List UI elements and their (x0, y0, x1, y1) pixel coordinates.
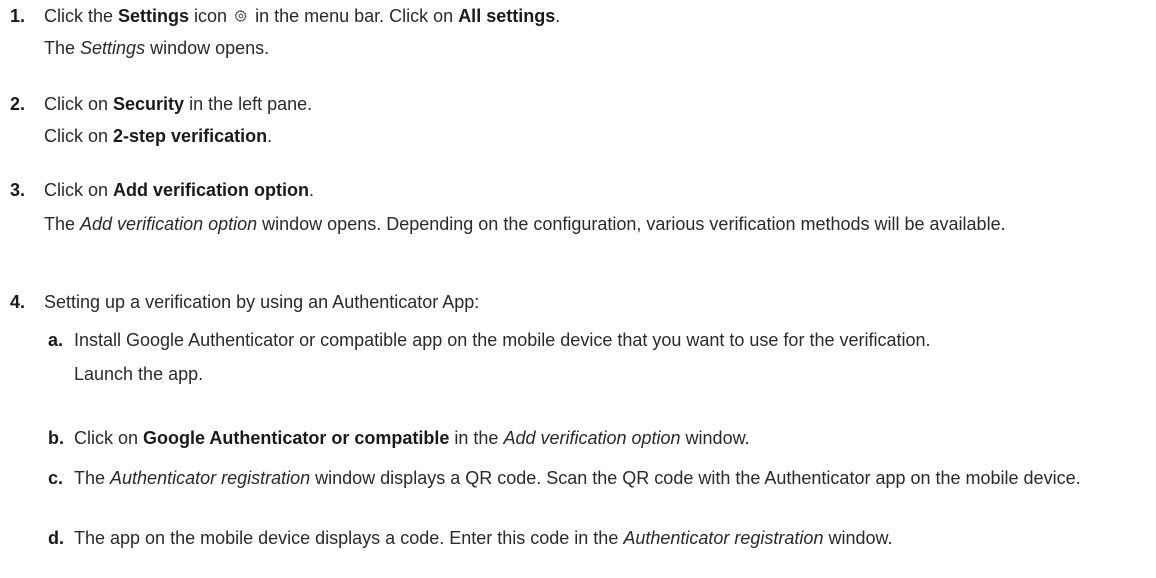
add-verification-term: Add verification option (113, 180, 310, 200)
substep-letter: c. (48, 468, 64, 488)
all-settings-term: All settings (458, 6, 556, 26)
substep-c-text: The Authenticator registration window di… (74, 468, 1081, 488)
step-body: Click on Security in the left pane. Clic… (44, 92, 1140, 148)
step-body: Setting up a verification by using an Au… (44, 290, 1140, 314)
step-body: Click on Add verification option. The Ad… (44, 178, 1140, 236)
substep-body: The app on the mobile device displays a … (74, 526, 1140, 550)
settings-term: Settings (118, 6, 190, 26)
two-step-term: 2-step verification (113, 126, 268, 146)
step-4-heading: Setting up a verification by using an Au… (44, 292, 480, 312)
substep-b-text: Click on Google Authenticator or compati… (74, 428, 750, 448)
step-number: 2. (10, 94, 26, 114)
instruction-document: 1. Click the Settings icon in the menu b… (0, 0, 1156, 578)
substep-letter: b. (48, 428, 64, 448)
authenticator-registration-term: Authenticator registration (110, 468, 311, 488)
substep-body: Install Google Authenticator or compatib… (74, 328, 1140, 386)
step-2-instruction-2: Click on 2-step verification. (44, 126, 273, 146)
add-verification-window-term: Add verification option (80, 214, 258, 234)
substep-a-launch: Launch the app. (74, 364, 204, 384)
substep-body: The Authenticator registration window di… (74, 466, 1140, 490)
substep-body: Click on Google Authenticator or compati… (74, 426, 1140, 450)
step-3-result: The Add verification option window opens… (44, 214, 1006, 234)
add-verification-window-term: Add verification option (503, 428, 681, 448)
step-number: 4. (10, 292, 26, 312)
step-2-instruction: Click on Security in the left pane. (44, 94, 313, 114)
substep-letter: a. (48, 330, 64, 350)
substep-d-text: The app on the mobile device displays a … (74, 528, 893, 548)
substep-a-text: Install Google Authenticator or compatib… (74, 330, 931, 350)
step-3-instruction: Click on Add verification option. (44, 180, 315, 200)
step-body: Click the Settings icon in the menu bar.… (44, 4, 1140, 60)
step-number: 1. (10, 6, 26, 26)
step-number: 3. (10, 180, 26, 200)
step-1-result: The Settings window opens. (44, 38, 270, 58)
step-1-instruction: Click the Settings icon in the menu bar.… (44, 6, 561, 26)
google-authenticator-term: Google Authenticator or compatible (143, 428, 450, 448)
security-term: Security (113, 94, 185, 114)
substep-letter: d. (48, 528, 64, 548)
settings-window-term: Settings (80, 38, 146, 58)
authenticator-registration-term: Authenticator registration (623, 528, 824, 548)
gear-icon (234, 9, 247, 23)
